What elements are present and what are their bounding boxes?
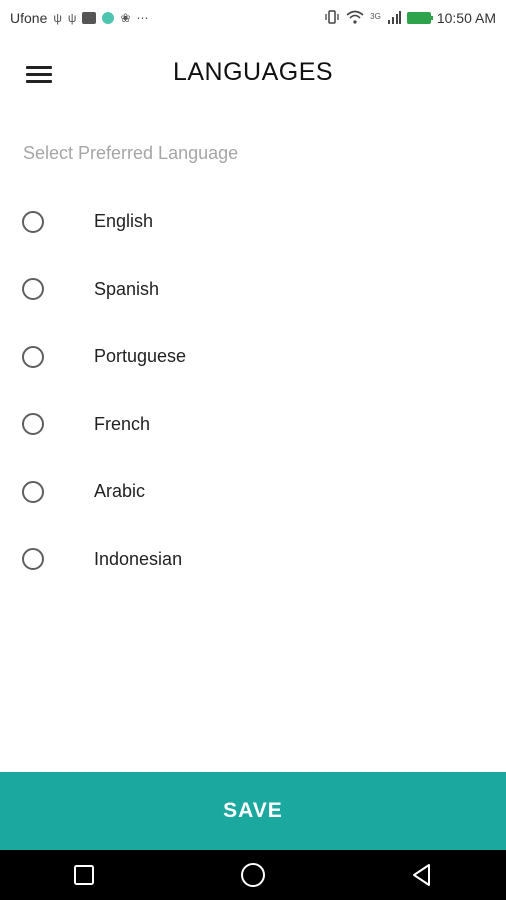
app-header: LANGUAGES xyxy=(0,36,506,112)
app-icon xyxy=(82,12,97,24)
usb-icon: ψ xyxy=(53,11,62,25)
language-option-indonesian[interactable]: Indonesian xyxy=(0,526,506,594)
save-button[interactable]: SAVE xyxy=(0,772,506,850)
language-option-portuguese[interactable]: Portuguese xyxy=(0,323,506,391)
radio-button[interactable] xyxy=(22,345,44,368)
signal-icon xyxy=(387,10,401,27)
more-icon: ⋯ xyxy=(136,11,149,25)
wifi-icon xyxy=(346,10,364,27)
vibrate-icon xyxy=(324,9,340,27)
language-label: English xyxy=(94,211,154,232)
status-left: Ufone ψ ψ ❀ ⋯ xyxy=(10,10,149,26)
status-right: 3G 10:50 AM xyxy=(324,9,496,27)
language-option-spanish[interactable]: Spanish xyxy=(0,256,506,324)
network-type: 3G xyxy=(370,11,381,21)
radio-button[interactable] xyxy=(22,278,44,301)
language-option-french[interactable]: French xyxy=(0,391,506,459)
language-label: Portuguese xyxy=(94,346,187,367)
language-label: Indonesian xyxy=(94,548,183,569)
battery-icon xyxy=(406,12,433,24)
language-list: English Spanish Portuguese French Arabic… xyxy=(0,188,506,593)
app-dot-icon xyxy=(102,12,115,24)
back-triangle-icon[interactable] xyxy=(397,850,447,900)
radio-button[interactable] xyxy=(22,210,44,233)
usb-icon: ψ xyxy=(67,11,77,25)
page-title: LANGUAGES xyxy=(172,58,334,86)
carrier-name: Ufone xyxy=(10,10,48,26)
radio-button[interactable] xyxy=(22,480,44,503)
language-label: Arabic xyxy=(94,481,146,502)
section-subtitle: Select Preferred Language xyxy=(23,143,239,163)
language-option-english[interactable]: English xyxy=(0,188,506,256)
home-circle-icon[interactable] xyxy=(228,850,278,900)
status-bar: Ufone ψ ψ ❀ ⋯ 3G 10:50 AM xyxy=(0,0,506,36)
language-label: French xyxy=(94,413,151,434)
settings-icon: ❀ xyxy=(120,11,131,25)
language-label: Spanish xyxy=(94,278,160,299)
time: 10:50 AM xyxy=(436,10,496,26)
radio-button[interactable] xyxy=(22,548,44,571)
radio-button[interactable] xyxy=(22,413,44,436)
system-nav-bar xyxy=(0,850,506,900)
recents-square-icon[interactable] xyxy=(59,850,109,900)
language-option-arabic[interactable]: Arabic xyxy=(0,458,506,526)
